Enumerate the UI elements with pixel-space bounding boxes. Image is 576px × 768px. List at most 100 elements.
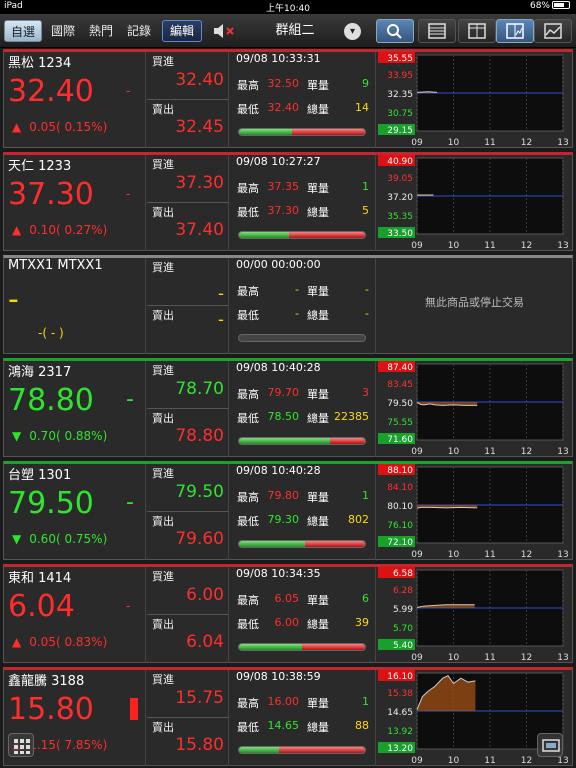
- y-tick-label: 75.55: [387, 418, 413, 428]
- clock: 上午10:40: [266, 4, 310, 14]
- ask-price: 32.45: [175, 117, 224, 137]
- low-label: 最低: [237, 721, 259, 734]
- bid-price: 78.70: [175, 379, 224, 399]
- total-volume-label: 總量: [307, 721, 329, 734]
- x-tick-label: 09: [411, 653, 423, 663]
- quote-row[interactable]: 鑫龍騰 318815.80▲1.15( 7.85%)買進15.75賣出15.80…: [3, 667, 573, 766]
- change-value: 0.05: [29, 120, 56, 134]
- change-percent: ( 7.85%): [55, 738, 108, 752]
- volume-spike-bar: [130, 698, 138, 720]
- quote-row[interactable]: 鴻海 2317 78.80- ▼ 0.70( 0.88%) 買進 78.70 賣出 78.80…: [3, 358, 573, 457]
- price-line: [416, 91, 438, 93]
- arrow-up-icon: ▲: [12, 223, 22, 237]
- y-tick-label: 33.50: [387, 229, 413, 239]
- intraday-chart-svg: 09 10 11 12 13 87.40 83.45 79.50 75.55 71.60: [378, 361, 569, 457]
- single-volume-label: 單量: [307, 697, 329, 710]
- chevron-down-icon[interactable]: ▾: [344, 23, 361, 40]
- x-tick-label: 11: [484, 447, 495, 457]
- arrow-up-icon: ▲: [12, 635, 22, 649]
- y-tick-label: 33.95: [387, 71, 413, 81]
- x-tick-label: 11: [484, 756, 495, 766]
- buy-sell-ratio-bar: [238, 334, 366, 342]
- x-tick-label: 13: [557, 241, 568, 251]
- y-tick-label: 13.20: [387, 744, 413, 754]
- low-price: 14.65: [267, 719, 300, 732]
- stock-name: 台塑 1301: [8, 468, 72, 483]
- battery-percent: 68%: [529, 1, 550, 11]
- y-tick-label: 72.10: [387, 538, 413, 548]
- divider: [147, 202, 229, 203]
- columns-view-icon[interactable]: [458, 19, 496, 43]
- quote-row[interactable]: 黑松 1234 32.40- ▲ 0.05( 0.15%) 買進 32.40 賣出 32.45…: [3, 49, 573, 148]
- stock-name: MTXX1 MTXX1: [8, 258, 103, 273]
- low-label: 最低: [237, 309, 259, 322]
- bid-ask-panel: 買進 37.30 賣出 37.40: [147, 155, 229, 251]
- high-price: 32.50: [267, 77, 300, 90]
- x-tick-label: 13: [557, 653, 568, 663]
- x-tick-label: 09: [411, 241, 423, 251]
- chart-view-icon[interactable]: [534, 19, 572, 43]
- single-volume-label: 單量: [307, 285, 329, 298]
- intraday-chart-svg: 09 10 11 12 13 35.55 33.95 32.35 30.75 29.15: [378, 52, 569, 148]
- tab-records[interactable]: 記錄: [122, 20, 156, 42]
- x-tick-label: 12: [521, 241, 532, 251]
- total-volume-label: 總量: [307, 515, 329, 528]
- buy-ratio-fill: [239, 438, 330, 444]
- buy-sell-ratio-bar: [238, 643, 366, 651]
- x-tick-label: 09: [411, 550, 423, 560]
- y-tick-label: 87.40: [387, 363, 413, 373]
- trade-time: 09/08 10:40:28: [236, 361, 321, 374]
- quote-row[interactable]: 天仁 1233 37.30- ▲ 0.10( 0.27%) 買進 37.30 賣出 37.40…: [3, 152, 573, 251]
- low-label: 最低: [237, 206, 259, 219]
- toolbar: 自選 國際 熱門 記錄 編輯 群組二 ▾: [0, 14, 576, 48]
- y-tick-label: 5.70: [393, 624, 413, 634]
- trade-time: 09/08 10:33:31: [236, 52, 321, 65]
- total-volume: 88: [355, 719, 369, 732]
- x-tick-label: 11: [484, 241, 495, 251]
- search-icon[interactable]: [376, 19, 414, 43]
- ask-price: 78.80: [175, 426, 224, 446]
- trade-info: 09/08 10:38:59 最高 最低 單量 總量 16.00 14.65 1 88: [230, 670, 376, 766]
- quote-row[interactable]: MTXX1 MTXX1- -( - ) 買進 - 賣出 -00/00 00:00:00 最高…: [3, 255, 573, 354]
- y-tick-label: 15.38: [387, 689, 413, 699]
- divider: [147, 717, 229, 718]
- low-label: 最低: [237, 412, 259, 425]
- quote-row[interactable]: 東和 1414 6.04 - ▲ 0.05( 0.83%) 買進 6.00 賣出 6.04 09/…: [3, 564, 573, 663]
- quote-row[interactable]: 台塑 1301 79.50- ▼ 0.60( 0.75%) 買進 79.50 賣出 79.60…: [3, 461, 573, 560]
- price-change: -( - ): [38, 326, 64, 340]
- single-volume: 6: [362, 592, 369, 605]
- y-tick-label: 5.99: [393, 605, 413, 615]
- screen-icon[interactable]: [537, 733, 563, 757]
- x-tick-label: 09: [411, 138, 423, 148]
- mute-icon[interactable]: [212, 22, 238, 40]
- grid-chart-view-icon[interactable]: [496, 19, 534, 43]
- sell-ratio-fill: [289, 232, 365, 238]
- x-tick-label: 13: [557, 447, 568, 457]
- trade-info: 09/08 10:33:31 最高 最低 單量 總量 32.50 32.40 9 14: [230, 52, 376, 148]
- tab-watchlist[interactable]: 自選: [4, 20, 42, 42]
- x-tick-label: 10: [448, 241, 460, 251]
- tab-international[interactable]: 國際: [46, 20, 80, 42]
- ask-label: 賣出: [152, 206, 174, 219]
- list-view-icon[interactable]: [418, 19, 456, 43]
- bid-price: 37.30: [175, 173, 224, 193]
- quote-summary: 台塑 1301 79.50 - ▼ 0.60( 0.75%): [4, 464, 146, 560]
- tick-direction-mark: -: [126, 387, 134, 412]
- total-volume: 39: [355, 616, 369, 629]
- arrow-down-icon: ▼: [12, 532, 22, 546]
- edit-button[interactable]: 編輯: [162, 20, 202, 42]
- ask-label: 賣出: [152, 103, 174, 116]
- last-price: 78.80: [8, 383, 94, 418]
- stock-name: 黑松 1234: [8, 56, 72, 71]
- low-price: 37.30: [267, 204, 300, 217]
- change-value: 0.05: [29, 635, 56, 649]
- bid-ask-panel: 買進 32.40 賣出 32.45: [147, 52, 229, 148]
- bid-ask-panel: 買進 79.50 賣出 79.60: [147, 464, 229, 560]
- keypad-icon[interactable]: [8, 733, 34, 757]
- buy-ratio-fill: [239, 747, 280, 753]
- change-percent: ( 0.27%): [55, 223, 108, 237]
- tab-popular[interactable]: 熱門: [84, 20, 118, 42]
- sell-ratio-fill: [302, 644, 365, 650]
- high-label: 最高: [237, 79, 259, 92]
- change-percent: ( 0.88%): [55, 429, 108, 443]
